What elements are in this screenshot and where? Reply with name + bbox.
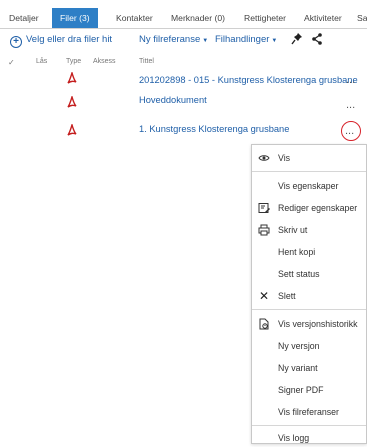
pick-files-label: Velg eller dra filer hit — [26, 34, 113, 45]
menu-item-label: Signer PDF — [278, 385, 324, 395]
menu-item-sett-status[interactable]: Sett status — [252, 265, 366, 283]
tab-bar: Detaljer Filer (3) Kontakter Merknader (… — [0, 0, 367, 29]
menu-item-vis-egenskaper[interactable]: Vis egenskaper — [252, 177, 366, 195]
menu-item-vis-versjonshistorikk[interactable]: Vis versjonshistorikk — [252, 315, 366, 333]
file-actions-label: Filhandlinger — [215, 34, 270, 45]
more-options-button[interactable]: ... — [346, 75, 355, 86]
context-menu: Vis Vis egenskaper Rediger egenskaper Sk… — [251, 144, 367, 444]
menu-item-label: Vis logg — [278, 433, 310, 443]
menu-item-label: Vis egenskaper — [278, 181, 339, 191]
printer-icon — [258, 224, 270, 236]
menu-item-label: Vis filreferanser — [278, 407, 339, 417]
menu-item-label: Vis — [278, 153, 291, 163]
pick-files-button[interactable]: + Velg eller dra filer hit — [10, 33, 113, 48]
new-reference-label: Ny filreferanse — [139, 34, 201, 45]
menu-item-label: Hent kopi — [278, 247, 316, 257]
file-actions-dropdown[interactable]: Filhandlinger ▼ — [215, 33, 277, 47]
tab-kontakter[interactable]: Kontakter — [108, 9, 161, 28]
menu-item-label: Vis versjonshistorikk — [278, 319, 358, 329]
toolbar: + Velg eller dra filer hit Ny filreferans… — [0, 29, 367, 51]
menu-item-rediger-egenskaper[interactable]: Rediger egenskaper — [252, 199, 366, 217]
pdf-icon — [67, 70, 77, 84]
column-header-type[interactable]: Type — [66, 58, 81, 65]
caret-down-icon: ▼ — [202, 38, 209, 44]
tab-merknader[interactable]: Merknader (0) — [163, 9, 233, 28]
menu-item-ny-versjon[interactable]: Ny versjon — [252, 337, 366, 355]
menu-item-vis-filreferanser[interactable]: Vis filreferanser — [252, 403, 366, 421]
more-options-button[interactable]: ... — [346, 100, 355, 111]
menu-item-vis-logg[interactable]: Vis logg — [252, 429, 366, 447]
menu-divider — [252, 309, 366, 310]
column-header-access[interactable]: Aksess — [93, 58, 116, 65]
tab-detaljer[interactable]: Detaljer — [1, 9, 47, 28]
highlight-circle — [341, 121, 361, 141]
pdf-icon — [67, 94, 77, 108]
share-icon[interactable] — [311, 32, 323, 46]
menu-item-label: Rediger egenskaper — [278, 203, 358, 213]
menu-item-label: Sett status — [278, 269, 320, 279]
tab-sak[interactable]: Sak — [349, 9, 367, 28]
version-history-icon — [258, 318, 270, 330]
menu-item-slett[interactable]: ✕ Slett — [252, 287, 366, 305]
eye-icon — [258, 152, 270, 164]
menu-item-label: Ny variant — [278, 363, 318, 373]
menu-divider — [252, 425, 366, 426]
menu-item-label: Skriv ut — [278, 225, 308, 235]
tab-rettigheter[interactable]: Rettigheter — [236, 9, 294, 28]
menu-item-ny-variant[interactable]: Ny variant — [252, 359, 366, 377]
menu-item-signer-pdf[interactable]: Signer PDF — [252, 381, 366, 399]
menu-item-label: Ny versjon — [278, 341, 320, 351]
file-link[interactable]: 201202898 - 015 - Kunstgress Klosterenga… — [139, 75, 358, 85]
column-header-title[interactable]: Tittel — [139, 58, 154, 65]
edit-properties-icon — [258, 202, 270, 214]
tab-aktiviteter[interactable]: Aktiviteter — [296, 9, 350, 28]
file-link[interactable]: Hoveddokument — [139, 95, 207, 105]
delete-x-icon: ✕ — [258, 289, 270, 303]
menu-item-label: Slett — [278, 291, 296, 301]
tab-filer[interactable]: Filer (3) — [52, 8, 98, 29]
menu-item-vis[interactable]: Vis — [252, 149, 366, 167]
caret-down-icon: ▼ — [271, 38, 278, 44]
select-all-checkmark[interactable]: ✓ — [8, 58, 15, 67]
pdf-icon — [67, 122, 77, 136]
add-circle-icon: + — [10, 36, 22, 48]
file-link[interactable]: 1. Kunstgress Klosterenga grusbane — [139, 124, 289, 134]
menu-divider — [252, 171, 366, 172]
column-header-lock[interactable]: Lås — [36, 58, 47, 65]
menu-item-skriv-ut[interactable]: Skriv ut — [252, 221, 366, 239]
menu-item-hent-kopi[interactable]: Hent kopi — [252, 243, 366, 261]
new-reference-dropdown[interactable]: Ny filreferanse ▼ — [139, 33, 208, 47]
pin-icon[interactable] — [291, 32, 303, 46]
